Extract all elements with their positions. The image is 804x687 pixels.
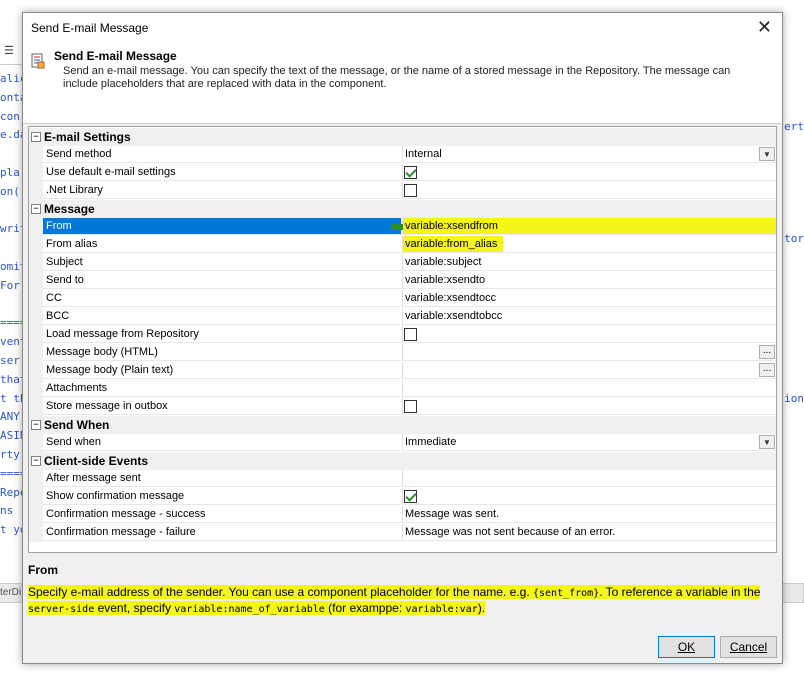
confirm-failure-field[interactable]: Message was not sent because of an error… — [402, 524, 776, 541]
prop-bcc[interactable]: BCC variable:xsendtobcc — [29, 308, 776, 326]
cc-field[interactable]: variable:xsendtocc — [402, 290, 776, 307]
code-line: ANY — [0, 410, 20, 424]
send-method-select[interactable]: Internal ▼ — [402, 146, 776, 163]
code-line-right: tor — [784, 232, 804, 245]
collapse-icon[interactable]: − — [31, 420, 41, 430]
from-field[interactable]: variable:xsendfrom — [391, 218, 776, 235]
body-html-field[interactable]: ... — [402, 344, 776, 361]
description-panel: From Specify e-mail address of the sende… — [28, 563, 777, 633]
code-line: rty — [0, 448, 20, 461]
send-when-select[interactable]: Immediate ▼ — [402, 434, 776, 451]
property-grid: − E-mail Settings Send method Internal ▼ … — [28, 126, 777, 553]
prop-from-alias[interactable]: From alias variable:from_alias — [29, 236, 776, 254]
email-action-icon — [31, 53, 45, 69]
chevron-down-icon[interactable]: ▼ — [759, 147, 775, 161]
confirm-success-field[interactable]: Message was sent. — [402, 506, 776, 523]
subject-field[interactable]: variable:subject — [402, 254, 776, 271]
editor-status-tab[interactable]: terDi — [0, 583, 22, 603]
load-repository-checkbox[interactable] — [404, 328, 417, 341]
header-description: Send an e-mail message. You can specify … — [63, 65, 731, 90]
attachments-field[interactable] — [402, 380, 776, 397]
prop-use-default-settings[interactable]: Use default e-mail settings — [29, 164, 776, 182]
prop-send-to[interactable]: Send to variable:xsendto — [29, 272, 776, 290]
send-email-dialog: Send E-mail Message ✕ Send E-mail Messag… — [22, 12, 783, 664]
bcc-field[interactable]: variable:xsendtobcc — [402, 308, 776, 325]
dialog-title: Send E-mail Message — [31, 21, 149, 35]
collapse-icon[interactable]: − — [31, 132, 41, 142]
description-text: Specify e-mail address of the sender. Yo… — [28, 585, 761, 615]
description-title: From — [28, 563, 58, 577]
editor-toolbar: ☰ — [0, 40, 22, 65]
prop-body-plain[interactable]: Message body (Plain text) ... — [29, 362, 776, 380]
prop-from[interactable]: From variable:xsendfrom — [29, 218, 776, 236]
prop-cc[interactable]: CC variable:xsendtocc — [29, 290, 776, 308]
collapse-icon[interactable]: − — [31, 456, 41, 466]
category-message[interactable]: − Message — [29, 200, 776, 218]
chevron-down-icon[interactable]: ▼ — [759, 435, 775, 449]
category-client-events[interactable]: − Client-side Events — [29, 452, 776, 470]
category-send-when[interactable]: − Send When — [29, 416, 776, 434]
code-line: ns — [0, 504, 14, 518]
after-sent-field[interactable] — [402, 470, 776, 487]
prop-send-when[interactable]: Send when Immediate ▼ — [29, 434, 776, 452]
close-icon[interactable]: ✕ — [757, 17, 772, 38]
prop-subject[interactable]: Subject variable:subject — [29, 254, 776, 272]
ellipsis-button[interactable]: ... — [759, 345, 775, 359]
prop-body-html[interactable]: Message body (HTML) ... — [29, 344, 776, 362]
ok-button[interactable]: OK — [658, 636, 715, 658]
prop-net-library[interactable]: .Net Library — [29, 182, 776, 200]
use-default-checkbox[interactable] — [404, 166, 417, 179]
prop-show-confirmation[interactable]: Show confirmation message — [29, 488, 776, 506]
dialog-header: Send E-mail Message Send an e-mail messa… — [23, 43, 782, 124]
show-confirmation-checkbox[interactable] — [404, 490, 417, 503]
cancel-button[interactable]: Cancel — [720, 636, 777, 658]
send-to-field[interactable]: variable:xsendto — [402, 272, 776, 289]
body-plain-field[interactable]: ... — [402, 362, 776, 379]
from-alias-field[interactable]: variable:from_alias — [402, 236, 776, 253]
header-title: Send E-mail Message — [54, 49, 177, 63]
code-line-right: ert — [784, 120, 804, 133]
prop-attachments[interactable]: Attachments — [29, 380, 776, 398]
prop-load-from-repository[interactable]: Load message from Repository — [29, 326, 776, 344]
category-email-settings[interactable]: − E-mail Settings — [29, 128, 776, 146]
prop-send-method[interactable]: Send method Internal ▼ — [29, 146, 776, 164]
ellipsis-button[interactable]: ... — [759, 363, 775, 377]
prop-confirm-failure[interactable]: Confirmation message - failure Message w… — [29, 524, 776, 542]
store-outbox-checkbox[interactable] — [404, 400, 417, 413]
code-line: pla — [0, 166, 20, 179]
prop-after-sent[interactable]: After message sent — [29, 470, 776, 488]
dialog-titlebar: Send E-mail Message ✕ — [23, 13, 782, 43]
collapse-icon[interactable]: − — [31, 204, 41, 214]
code-line: con — [0, 109, 20, 123]
prop-confirm-success[interactable]: Confirmation message - success Message w… — [29, 506, 776, 524]
code-line: For — [0, 278, 20, 292]
prop-store-outbox[interactable]: Store message in outbox — [29, 398, 776, 416]
code-line-right: ion — [784, 392, 804, 405]
indent-icon[interactable]: ☰ — [4, 44, 14, 57]
net-library-checkbox[interactable] — [404, 184, 417, 197]
